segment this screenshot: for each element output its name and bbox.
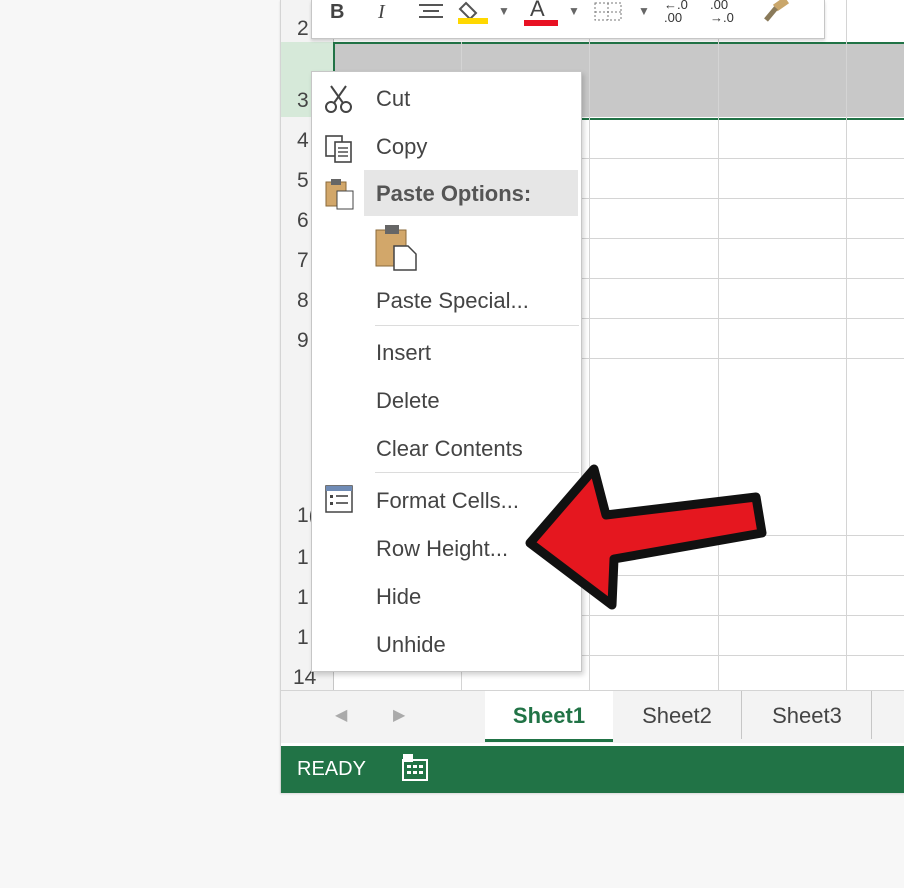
menu-item-paste-options: Paste Options: <box>376 181 532 206</box>
row-number[interactable]: 2 <box>297 18 309 39</box>
row-number[interactable]: 5 <box>297 170 309 191</box>
menu-item-copy[interactable]: Copy <box>376 134 427 160</box>
font-color-letter: A <box>530 0 545 21</box>
font-color-swatch <box>524 20 558 26</box>
chevron-down-icon[interactable]: ▼ <box>568 4 580 18</box>
paste-icon[interactable] <box>374 224 420 277</box>
row-number[interactable]: 7 <box>297 250 309 271</box>
fill-color-icon[interactable] <box>458 0 490 29</box>
macro-record-icon[interactable] <box>401 754 431 787</box>
scroll-left-icon[interactable]: ◀ <box>335 705 347 725</box>
increase-decimal-button[interactable]: ←.0 .00 <box>664 0 704 24</box>
decrease-decimal-button[interactable]: .00 →.0 <box>710 0 750 24</box>
row-number[interactable]: 1 <box>297 627 309 648</box>
menu-item-paste-special[interactable]: Paste Special... <box>376 288 529 314</box>
status-bar: READY <box>281 746 904 793</box>
tab-sheet2[interactable]: Sheet2 <box>613 691 742 739</box>
bold-button[interactable]: B <box>330 2 344 22</box>
row-number[interactable]: 6 <box>297 210 309 231</box>
italic-button[interactable]: I <box>378 2 385 22</box>
red-arrow-annotation <box>525 464 767 610</box>
tab-sheet3[interactable]: Sheet3 <box>743 691 872 739</box>
menu-item-format-cells[interactable]: Format Cells... <box>376 488 519 514</box>
borders-icon[interactable] <box>594 2 624 27</box>
menu-item-cut[interactable]: Cut <box>376 86 410 112</box>
scroll-right-icon[interactable]: ▶ <box>393 705 405 725</box>
row-number[interactable]: 9 <box>297 330 309 351</box>
row-number[interactable]: 3 <box>297 90 309 111</box>
format-painter-icon[interactable] <box>760 0 792 27</box>
chevron-down-icon[interactable]: ▼ <box>498 4 510 18</box>
row-number[interactable]: 1 <box>297 547 309 568</box>
scissors-icon <box>324 84 354 119</box>
clipboard-icon <box>324 178 356 215</box>
copy-icon <box>324 134 354 169</box>
row-number[interactable]: 1 <box>297 587 309 608</box>
menu-item-insert[interactable]: Insert <box>376 340 431 366</box>
align-center-icon[interactable] <box>418 2 444 25</box>
status-ready: READY <box>297 758 366 780</box>
format-cells-icon <box>324 484 354 519</box>
row-number[interactable]: 8 <box>297 290 309 311</box>
menu-separator <box>375 325 579 326</box>
menu-item-hide[interactable]: Hide <box>376 584 421 610</box>
tab-sheet1[interactable]: Sheet1 <box>485 691 613 742</box>
menu-item-delete[interactable]: Delete <box>376 388 440 414</box>
menu-item-clear-contents[interactable]: Clear Contents <box>376 436 523 462</box>
sheet-tab-bar: ◀ ▶ Sheet1 Sheet2 Sheet3 <box>281 690 904 743</box>
mini-toolbar: B I ▼ A ▼ ▼ ←.0 .00 .00 →.0 <box>311 0 825 39</box>
menu-item-unhide[interactable]: Unhide <box>376 632 446 658</box>
row-number[interactable]: 4 <box>297 130 309 151</box>
menu-item-row-height[interactable]: Row Height... <box>376 536 508 562</box>
chevron-down-icon[interactable]: ▼ <box>638 4 650 18</box>
